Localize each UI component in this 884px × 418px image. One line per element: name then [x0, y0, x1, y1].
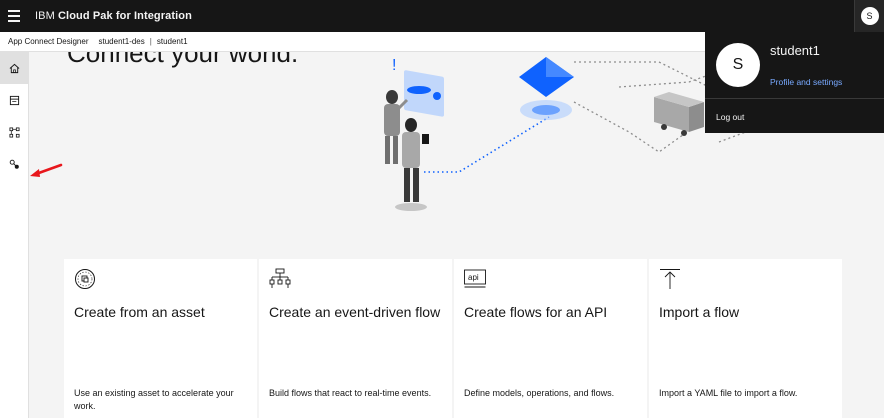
truck-icon [654, 92, 704, 136]
floating-screen-icon [404, 70, 444, 117]
card-title: Create flows for an API [464, 304, 608, 320]
svg-text:api: api [468, 273, 479, 282]
brand-name: Cloud Pak for Integration [58, 10, 192, 22]
home-icon [9, 63, 19, 73]
card-description: Build flows that react to real-time even… [269, 388, 432, 398]
event-flow-icon [269, 268, 291, 288]
card-create-from-asset[interactable]: Create from an asset Use an existing ass… [64, 259, 257, 418]
left-nav-rail [0, 52, 29, 418]
brand-prefix: IBM [35, 10, 55, 22]
nav-connections[interactable] [0, 148, 28, 180]
connections-icon [9, 159, 19, 169]
flows-icon [9, 127, 19, 137]
profile-panel: S student1 Profile and settings Log out [705, 32, 884, 133]
card-description: Import a YAML file to import a flow. [659, 388, 798, 398]
card-title: Create an event-driven flow [269, 304, 441, 320]
user-menu-button[interactable]: S [854, 0, 884, 32]
profile-avatar: S [716, 43, 760, 87]
card-title: Create from an asset [74, 304, 205, 320]
user-avatar-small: S [860, 7, 879, 25]
profile-divider [705, 98, 884, 99]
person-man-icon [395, 118, 429, 211]
card-create-event-driven-flow[interactable]: Create an event-driven flow Build flows … [259, 259, 452, 418]
card-create-flows-for-api[interactable]: api Create flows for an API Define model… [454, 259, 647, 418]
breadcrumb-user[interactable]: student1 [157, 37, 188, 46]
nav-flows[interactable] [0, 116, 28, 148]
top-header: IBM Cloud Pak for Integration S [0, 0, 884, 32]
profile-settings-link[interactable]: Profile and settings [770, 77, 842, 87]
breadcrumb-separator: | [149, 37, 152, 46]
import-icon [660, 269, 680, 289]
card-title: Import a flow [659, 304, 740, 320]
api-icon: api [464, 269, 486, 288]
breadcrumb-instance[interactable]: student1-des [99, 37, 145, 46]
svg-text:!: ! [392, 57, 396, 74]
hamburger-menu-icon[interactable] [0, 0, 28, 32]
card-description: Define models, operations, and flows. [464, 388, 615, 398]
catalog-icon [9, 95, 19, 105]
card-description: Use an existing asset to accelerate your… [74, 388, 234, 411]
action-cards: Create from an asset Use an existing ass… [64, 259, 842, 418]
diamond-icon [519, 57, 574, 120]
nav-home[interactable] [0, 52, 28, 84]
logout-button[interactable]: Log out [716, 112, 744, 122]
brand-title[interactable]: IBM Cloud Pak for Integration [35, 10, 192, 22]
card-import-flow[interactable]: Import a flow Import a YAML file to impo… [649, 259, 842, 418]
profile-username: student1 [770, 43, 820, 58]
blue-dotted-path [424, 116, 550, 173]
nav-catalog[interactable] [0, 84, 28, 116]
breadcrumb-app[interactable]: App Connect Designer [8, 37, 89, 46]
asset-icon [75, 269, 95, 289]
hero-title: Connect your world. [67, 52, 299, 68]
